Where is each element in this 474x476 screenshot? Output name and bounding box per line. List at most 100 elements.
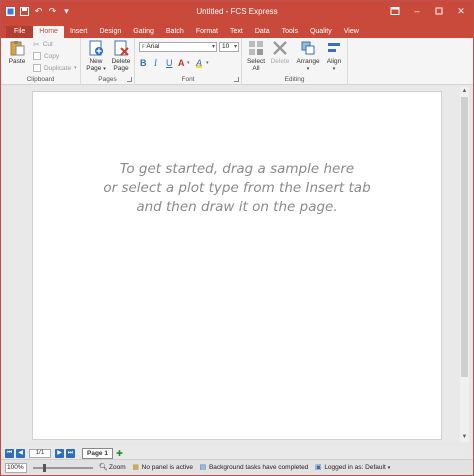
delete-page-button[interactable]: Delete Page bbox=[109, 40, 133, 72]
font-family-dropdown-icon: ▾ bbox=[211, 44, 215, 50]
select-all-button[interactable]: Select All bbox=[244, 40, 268, 72]
delete-x-icon bbox=[273, 41, 287, 55]
duplicate-label: Duplicate bbox=[44, 64, 72, 72]
pages-launcher-icon[interactable] bbox=[127, 77, 132, 82]
paste-button[interactable]: Paste bbox=[7, 40, 27, 65]
user-icon: ▣ bbox=[315, 463, 322, 471]
arrange-label: Arrange bbox=[296, 58, 320, 65]
login-status-text: Logged in as: Default bbox=[324, 464, 386, 471]
tab-design[interactable]: Design bbox=[93, 26, 127, 38]
tab-format[interactable]: Format bbox=[190, 26, 224, 38]
tab-file[interactable]: File bbox=[6, 26, 34, 38]
page-counter[interactable]: 1/1 bbox=[29, 448, 51, 458]
zoom-slider[interactable] bbox=[33, 463, 93, 472]
options-icon[interactable] bbox=[389, 5, 401, 17]
font-color-dropdown-icon[interactable]: ▾ bbox=[187, 58, 190, 68]
background-status: ▤ Background tasks have completed bbox=[199, 463, 309, 472]
panel-status: ▦ No panel is active bbox=[132, 464, 193, 472]
ribbon: Paste ✂ Cut Copy Duplicate ▾ Clipboard N… bbox=[1, 38, 473, 85]
background-tasks-icon: ▤ bbox=[199, 463, 207, 471]
clipboard-group-label: Clipboard bbox=[26, 76, 55, 83]
first-page-icon[interactable]: ⏮ bbox=[5, 448, 14, 458]
new-page-dropdown-icon: ▾ bbox=[103, 66, 106, 72]
delete-page-label-1: Delete bbox=[111, 58, 131, 65]
pages-group: New Page ▾ Delete Page Pages bbox=[81, 38, 135, 85]
cut-button[interactable]: ✂ Cut bbox=[33, 40, 53, 49]
zoom-magnifier-icon: 🔍︎ bbox=[99, 463, 108, 471]
arrange-dropdown-icon: ▾ bbox=[306, 66, 310, 72]
zoom-slider-knob[interactable] bbox=[43, 463, 46, 472]
tab-text[interactable]: Text bbox=[224, 26, 249, 38]
bold-button[interactable]: B bbox=[140, 58, 147, 68]
maximize-icon[interactable] bbox=[433, 5, 445, 17]
background-status-text: Background tasks have completed bbox=[208, 464, 309, 471]
tab-home[interactable]: Home bbox=[33, 26, 64, 38]
close-icon[interactable]: ✕ bbox=[455, 5, 467, 17]
copy-icon bbox=[33, 52, 41, 60]
page-tab-1[interactable]: Page 1 bbox=[82, 447, 113, 459]
zoom-button[interactable]: 🔍︎ Zoom bbox=[99, 464, 126, 472]
scroll-down-icon[interactable]: ▼ bbox=[461, 434, 468, 441]
tab-data[interactable]: Data bbox=[249, 26, 276, 38]
duplicate-icon bbox=[33, 64, 41, 72]
previous-page-icon[interactable]: ◀ bbox=[16, 448, 25, 458]
delete-page-label-2: Page bbox=[113, 65, 129, 72]
paste-label: Paste bbox=[8, 58, 26, 65]
delete-button[interactable]: Delete bbox=[268, 40, 292, 65]
font-color-button[interactable]: A bbox=[178, 58, 185, 68]
underline-button[interactable]: U bbox=[166, 58, 173, 68]
tab-insert[interactable]: Insert bbox=[64, 26, 94, 38]
align-button[interactable]: Align ▾ bbox=[322, 40, 346, 73]
zoom-select[interactable]: 100% bbox=[5, 462, 27, 473]
editing-group-label: Editing bbox=[284, 76, 305, 83]
copy-label: Copy bbox=[44, 52, 60, 60]
vertical-scrollbar[interactable]: ▲ ▼ bbox=[460, 87, 469, 442]
cut-label: Cut bbox=[42, 41, 53, 48]
tab-view[interactable]: View bbox=[338, 26, 365, 38]
panel-status-text: No panel is active bbox=[141, 464, 193, 471]
editing-group: Select All Delete Arrange ▾ Align ▾ Edit… bbox=[242, 38, 348, 85]
tab-gating[interactable]: Gating bbox=[127, 26, 160, 38]
italic-button[interactable]: I bbox=[154, 58, 157, 68]
tab-quality[interactable]: Quality bbox=[304, 26, 338, 38]
highlight-button[interactable]: A bbox=[196, 58, 203, 68]
copy-button[interactable]: Copy bbox=[33, 52, 59, 60]
window-controls: – ✕ bbox=[389, 5, 467, 17]
hint-line-1: To get started, drag a sample here bbox=[119, 161, 355, 177]
new-page-label-2: Page bbox=[86, 65, 102, 72]
scroll-up-icon[interactable]: ▲ bbox=[461, 88, 468, 95]
layout-page[interactable]: To get started, drag a sample here or se… bbox=[32, 91, 442, 440]
zoom-value: 100% bbox=[7, 463, 24, 471]
document-area: To get started, drag a sample here or se… bbox=[5, 87, 460, 442]
new-page-label-1: New bbox=[89, 58, 103, 65]
font-launcher-icon[interactable] bbox=[234, 77, 239, 82]
hint-line-2: or select a plot type from the Insert ta… bbox=[103, 180, 371, 196]
cut-icon: ✂ bbox=[33, 40, 40, 49]
font-size-value: 10 bbox=[222, 43, 230, 50]
font-size-dropdown-icon: ▾ bbox=[233, 44, 237, 50]
duplicate-button[interactable]: Duplicate ▾ bbox=[33, 64, 77, 72]
font-size-select[interactable]: 10 ▾ bbox=[219, 42, 239, 52]
arrange-icon bbox=[301, 41, 315, 55]
login-status[interactable]: ▣ Logged in as: Default ▾ bbox=[314, 464, 390, 472]
align-icon bbox=[328, 43, 340, 52]
scroll-thumb[interactable] bbox=[461, 97, 468, 377]
arrange-button[interactable]: Arrange ▾ bbox=[294, 40, 322, 73]
next-page-icon[interactable]: ▶ bbox=[55, 448, 64, 458]
tab-batch[interactable]: Batch bbox=[160, 26, 190, 38]
panel-status-icon: ▦ bbox=[132, 463, 139, 471]
delete-label: Delete bbox=[270, 58, 290, 65]
new-page-button[interactable]: New Page ▾ bbox=[84, 40, 108, 73]
align-label: Align bbox=[326, 58, 342, 65]
zoom-label: Zoom bbox=[109, 464, 126, 471]
highlight-dropdown-icon[interactable]: ▾ bbox=[206, 58, 209, 68]
tab-tools[interactable]: Tools bbox=[276, 26, 304, 38]
select-all-label-2: All bbox=[252, 65, 260, 72]
new-page-icon bbox=[89, 40, 103, 56]
select-all-icon bbox=[249, 41, 263, 55]
last-page-icon[interactable]: ⏭ bbox=[66, 448, 75, 458]
minimize-icon[interactable]: – bbox=[411, 5, 423, 17]
empty-page-hint: To get started, drag a sample here or se… bbox=[33, 160, 441, 217]
add-page-icon[interactable]: ✚ bbox=[115, 449, 124, 458]
font-family-select[interactable]: ꜰ Arial ▾ bbox=[139, 42, 217, 52]
